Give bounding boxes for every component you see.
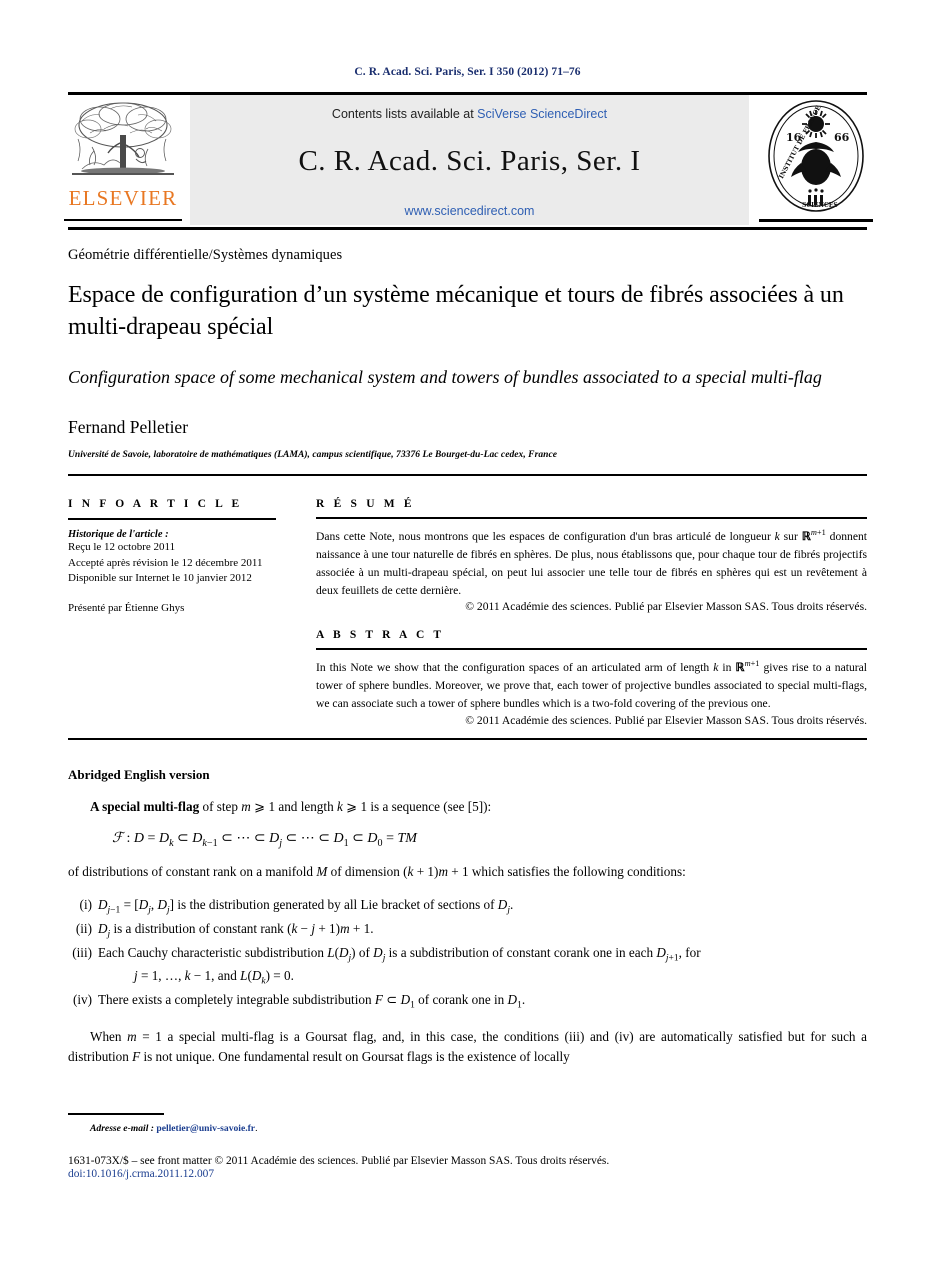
footnote-rule bbox=[68, 1113, 164, 1115]
elsevier-wordmark: ELSEVIER bbox=[68, 186, 178, 210]
conditions-list: (i) Dj−1 = [Dj, Dj] is the distribution … bbox=[68, 895, 867, 1012]
info-heading-rule bbox=[68, 518, 276, 521]
abridged-paragraph-1: A special multi-flag of step m ⩾ 1 and l… bbox=[90, 798, 492, 814]
list-item: (iv) There exists a completely integrabl… bbox=[68, 990, 867, 1013]
page-footer: Adresse e-mail : pelletier@univ-savoie.f… bbox=[68, 1113, 867, 1180]
front-matter-line: 1631-073X/$ – see front matter © 2011 Ac… bbox=[68, 1155, 610, 1167]
history-label: Historique de l'article : bbox=[68, 529, 169, 541]
academy-seal-wrap: 16 66 INSTITUT DE FRANCE ACADEMIE DES bbox=[757, 95, 875, 225]
resume-copyright: © 2011 Académie des sciences. Publié par… bbox=[465, 600, 867, 614]
history-accepted: Accepté après révision le 12 décembre 20… bbox=[68, 556, 263, 569]
author-affiliation: Université de Savoie, laboratoire de mat… bbox=[68, 450, 557, 461]
contents-available-line: Contents lists available at SciVerse Sci… bbox=[332, 107, 607, 121]
condition-number: (iii) bbox=[72, 945, 92, 961]
article-info-column: I N F O A R T I C L E Historique de l'ar… bbox=[68, 498, 306, 727]
abstract-heading: A B S T R A C T bbox=[316, 629, 445, 642]
history-received: Reçu le 12 octobre 2011 bbox=[68, 541, 176, 554]
journal-title: C. R. Acad. Sci. Paris, Ser. I bbox=[298, 145, 641, 177]
abridged-paragraph-2: of distributions of constant rank on a m… bbox=[68, 864, 686, 880]
sciencedirect-url[interactable]: www.sciencedirect.com bbox=[405, 204, 535, 218]
abstract-block-bottom-rule bbox=[68, 737, 867, 740]
condition-text: Each Cauchy characteristic subdistributi… bbox=[98, 943, 867, 989]
journal-banner: Contents lists available at SciVerse Sci… bbox=[190, 95, 749, 225]
resume-heading: R É S U M É bbox=[316, 498, 415, 511]
academy-seal-icon: 16 66 INSTITUT DE FRANCE ACADEMIE DES bbox=[768, 100, 864, 212]
abstract-heading-rule bbox=[316, 648, 867, 651]
condition-number: (i) bbox=[79, 897, 92, 913]
article-title-english: Configuration space of some mechanical s… bbox=[68, 367, 822, 388]
special-multiflag-term: A special multi-flag bbox=[90, 798, 200, 814]
abridged-english-heading: Abridged English version bbox=[68, 766, 210, 782]
condition-number: (iv) bbox=[72, 991, 92, 1007]
running-head: C. R. Acad. Sci. Paris, Ser. I 350 (2012… bbox=[354, 66, 581, 78]
article-content: Géométrie différentielle/Systèmes dynami… bbox=[68, 247, 867, 1066]
svg-text:SCIENCES: SCIENCES bbox=[802, 202, 838, 209]
article-page: C. R. Acad. Sci. Paris, Ser. I 350 (2012… bbox=[0, 0, 935, 1266]
resume-heading-rule bbox=[316, 517, 867, 520]
article-subject: Géométrie différentielle/Systèmes dynami… bbox=[68, 247, 343, 263]
abstract-body: In this Note we show that the configurat… bbox=[316, 659, 867, 711]
elsevier-underline bbox=[64, 219, 182, 221]
abridged-paragraph-3: When m = 1 a special multi-flag is a Gou… bbox=[68, 1028, 867, 1064]
journal-masthead: ELSEVIER Contents lists available at Sci… bbox=[60, 95, 875, 225]
sciverse-sciencedirect-link[interactable]: SciVerse ScienceDirect bbox=[477, 107, 607, 121]
info-abstract-area: I N F O A R T I C L E Historique de l'ar… bbox=[68, 498, 867, 727]
abstract-spacer bbox=[316, 613, 867, 629]
abstract-column: R É S U M É Dans cette Note, nous montro… bbox=[306, 498, 867, 727]
condition-text: There exists a completely integrable sub… bbox=[98, 991, 526, 1011]
svg-text:66: 66 bbox=[834, 131, 850, 144]
condition-number: (ii) bbox=[75, 921, 92, 937]
elsevier-logo: ELSEVIER bbox=[60, 95, 186, 225]
author-email-link[interactable]: pelletier@univ-savoie.fr bbox=[156, 1123, 255, 1134]
article-title-french: Espace de configuration d’un système méc… bbox=[68, 282, 844, 340]
list-item: (iii) Each Cauchy characteristic subdist… bbox=[68, 943, 867, 989]
resume-body: Dans cette Note, nous montrons que les e… bbox=[316, 528, 868, 597]
email-suffix: . bbox=[255, 1123, 258, 1134]
email-label: Adresse e-mail : bbox=[90, 1123, 154, 1134]
elsevier-tree-icon bbox=[72, 102, 174, 175]
doi-link[interactable]: doi:10.1016/j.crma.2011.12.007 bbox=[68, 1168, 867, 1180]
list-item: (ii) Dj is a distribution of constant ra… bbox=[68, 919, 867, 942]
history-available-online: Disponible sur Internet le 10 janvier 20… bbox=[68, 572, 252, 585]
abridged-english-section: Abridged English version A special multi… bbox=[68, 767, 867, 1066]
condition-text: Dj−1 = [Dj, Dj] is the distribution gene… bbox=[98, 897, 514, 916]
abstract-copyright: © 2011 Académie des sciences. Publié par… bbox=[465, 713, 867, 727]
contents-prefix: Contents lists available at bbox=[331, 107, 478, 121]
seal-underline bbox=[759, 219, 873, 222]
condition-text: Dj is a distribution of constant rank (k… bbox=[98, 921, 374, 940]
info-article-heading: I N F O A R T I C L E bbox=[68, 498, 243, 511]
masthead-bottom-rule bbox=[68, 227, 867, 230]
article-author: Fernand Pelletier bbox=[68, 417, 189, 438]
list-item: (i) Dj−1 = [Dj, Dj] is the distribution … bbox=[68, 895, 867, 918]
abstract-block-top-rule bbox=[68, 474, 867, 477]
footnote-email: Adresse e-mail : pelletier@univ-savoie.f… bbox=[68, 1123, 867, 1134]
presented-by: Présenté par Étienne Ghys bbox=[68, 602, 185, 615]
multiflag-formula: ℱ : D = Dk ⊂ Dk−1 ⊂ ⋯ ⊂ Dj ⊂ ⋯ ⊂ D1 ⊂ D0… bbox=[112, 830, 417, 849]
condition-continuation: j = 1, …, k − 1, and L(Dk) = 0. bbox=[134, 967, 294, 987]
